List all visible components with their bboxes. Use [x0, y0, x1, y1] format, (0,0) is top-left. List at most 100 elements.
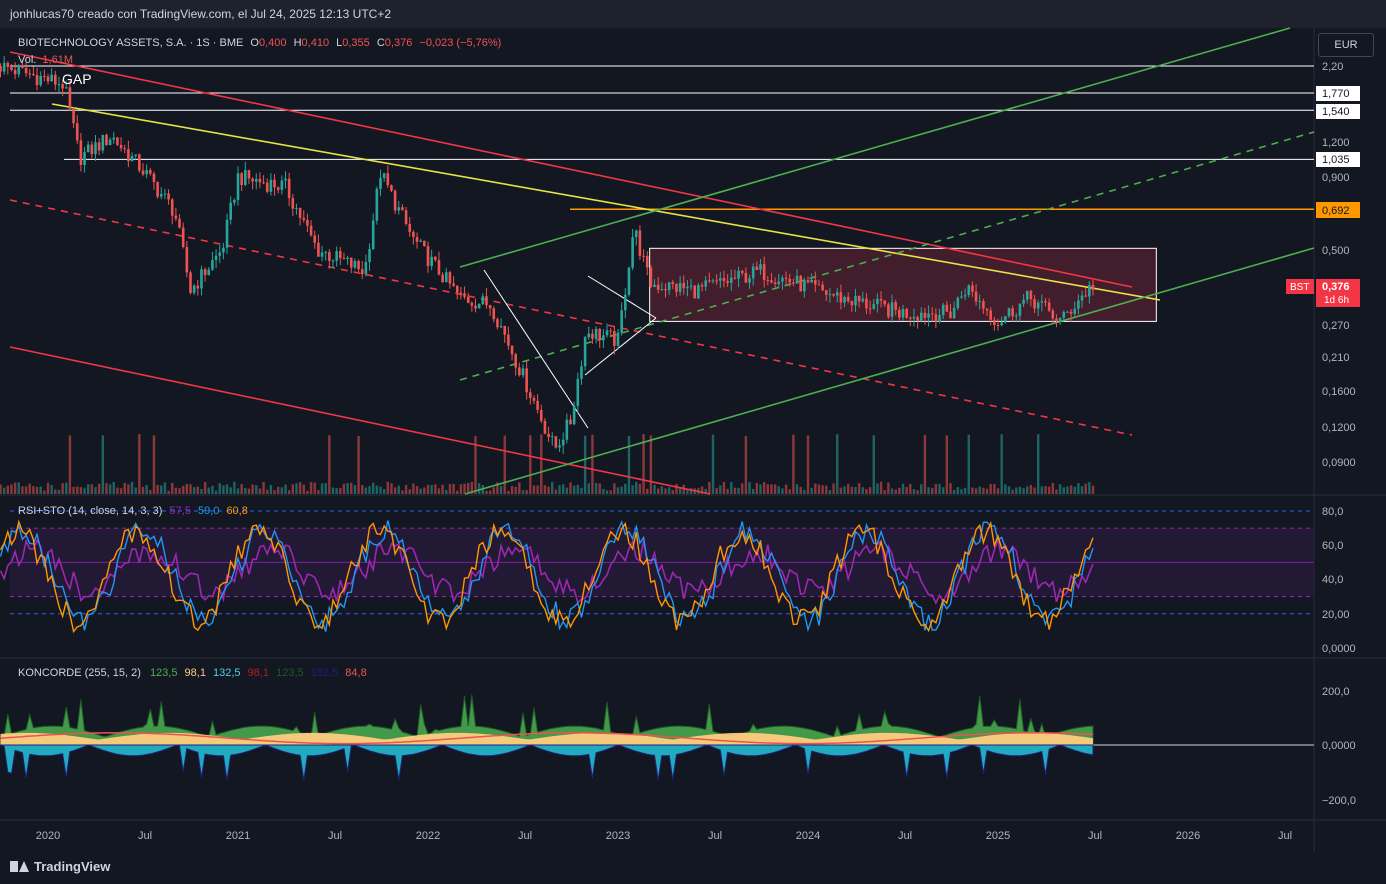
volume-bar	[985, 488, 989, 494]
volume-bar	[792, 434, 795, 494]
volume-bar	[938, 483, 941, 494]
volume-bar	[437, 488, 441, 494]
koncorde-tick-label: −200,0	[1322, 795, 1356, 807]
gap-annotation[interactable]: GAP	[62, 71, 92, 87]
candle-body	[17, 65, 21, 75]
candle-body	[68, 87, 72, 109]
candle-body	[620, 310, 623, 333]
candle-body	[733, 277, 737, 279]
svg-text:BST: BST	[1290, 282, 1309, 293]
volume-bar	[1069, 485, 1073, 494]
volume-bar	[255, 485, 258, 494]
candle-body	[865, 298, 868, 309]
candle-body	[178, 218, 181, 228]
currency-button[interactable]: EUR	[1318, 33, 1374, 57]
volume-bar	[364, 487, 368, 494]
volume-bar	[624, 483, 627, 494]
volume-bar	[1033, 487, 1036, 494]
candle-body	[335, 251, 338, 261]
volume-bar	[160, 485, 163, 494]
candle-body	[291, 198, 295, 209]
candle-body	[1011, 308, 1014, 317]
volume-bar	[960, 489, 963, 494]
candle-body	[1036, 302, 1040, 309]
candle-body	[1058, 317, 1062, 321]
volume-bar	[119, 488, 123, 494]
candle-body	[86, 144, 90, 153]
candle-body	[474, 305, 477, 309]
time-tick-label: Jul	[708, 830, 722, 842]
symbol-legend[interactable]: BIOTECHNOLOGY ASSETS, S.A. · 1S · BME O0…	[18, 37, 501, 49]
volume-bar	[295, 483, 298, 494]
candle-body	[715, 280, 718, 282]
rsi-tick-label: 60,0	[1322, 540, 1343, 552]
volume-bar	[138, 434, 141, 494]
rsi-legend[interactable]: RSI+STO (14, close, 14, 3, 3) 57,5 59,0 …	[18, 505, 248, 517]
volume-bar	[214, 490, 218, 494]
price-tick-label: 1,200	[1322, 137, 1350, 149]
candle-body	[755, 266, 759, 270]
volume-bar	[667, 487, 671, 494]
volume-bar	[510, 485, 514, 494]
candle-body	[339, 251, 342, 259]
candle-body	[90, 144, 94, 155]
chart-canvas[interactable]: 2,20 1,200 0,900 0,500 0,270 0,210 0,1600 0,120…	[0, 0, 1386, 852]
volume-bar	[806, 435, 810, 494]
volume-bar	[876, 483, 879, 494]
candle-body	[280, 180, 284, 190]
time-tick-label: Jul	[898, 830, 912, 842]
candle-body	[751, 266, 755, 279]
volume-legend[interactable]: Vol. 1,61M	[18, 54, 73, 66]
volume-bar	[503, 435, 506, 494]
volume-bar	[6, 485, 10, 494]
candle-body	[832, 294, 835, 296]
volume-bar	[1000, 434, 1003, 494]
candle-body	[397, 207, 401, 211]
svg-text:1,770: 1,770	[1322, 88, 1350, 100]
volume-bar	[94, 487, 97, 494]
volume-bar	[426, 484, 430, 494]
volume-bar	[711, 434, 715, 494]
volume-bar	[675, 483, 678, 494]
volume-bar	[46, 482, 50, 494]
volume-bar	[298, 482, 302, 494]
candle-body	[317, 242, 320, 257]
candle-body	[470, 302, 474, 306]
volume-bar	[1088, 482, 1091, 494]
volume-bar	[499, 485, 503, 494]
candle-body	[803, 280, 806, 292]
volume-bar	[434, 484, 437, 494]
candle-body	[554, 436, 558, 448]
candle-body	[521, 368, 525, 376]
candle-body	[21, 65, 24, 68]
candle-body	[1073, 308, 1077, 314]
candle-body	[24, 67, 28, 74]
volume-bar	[580, 487, 583, 494]
candle-body	[952, 307, 956, 319]
candle-body	[510, 345, 514, 355]
tradingview-brand[interactable]: TradingView	[10, 859, 110, 874]
volume-bar	[602, 488, 605, 494]
volume-bar	[1055, 489, 1058, 494]
volume-bar	[116, 487, 119, 494]
volume-bar	[963, 487, 967, 494]
price-tick-label: 2,20	[1322, 61, 1343, 73]
candle-body	[941, 304, 945, 316]
koncorde-legend[interactable]: KONCORDE (255, 15, 2) 123,5 98,1 132,5 9…	[18, 667, 367, 679]
candle-body	[660, 289, 664, 291]
candle-body	[368, 249, 371, 263]
candle-body	[101, 134, 105, 151]
volume-bar	[901, 483, 905, 494]
candle-body	[744, 272, 748, 283]
candle-body	[156, 181, 159, 197]
candle-body	[773, 282, 777, 285]
level-label-1540: 1,540	[1316, 104, 1360, 119]
volume-bar	[152, 435, 156, 494]
volume-bar	[934, 483, 938, 494]
candle-body	[459, 292, 463, 294]
volume-bar	[1062, 487, 1065, 494]
volume-bar	[112, 481, 115, 494]
candle-body	[32, 73, 35, 76]
volume-bar	[361, 485, 364, 494]
time-tick-label: Jul	[138, 830, 152, 842]
